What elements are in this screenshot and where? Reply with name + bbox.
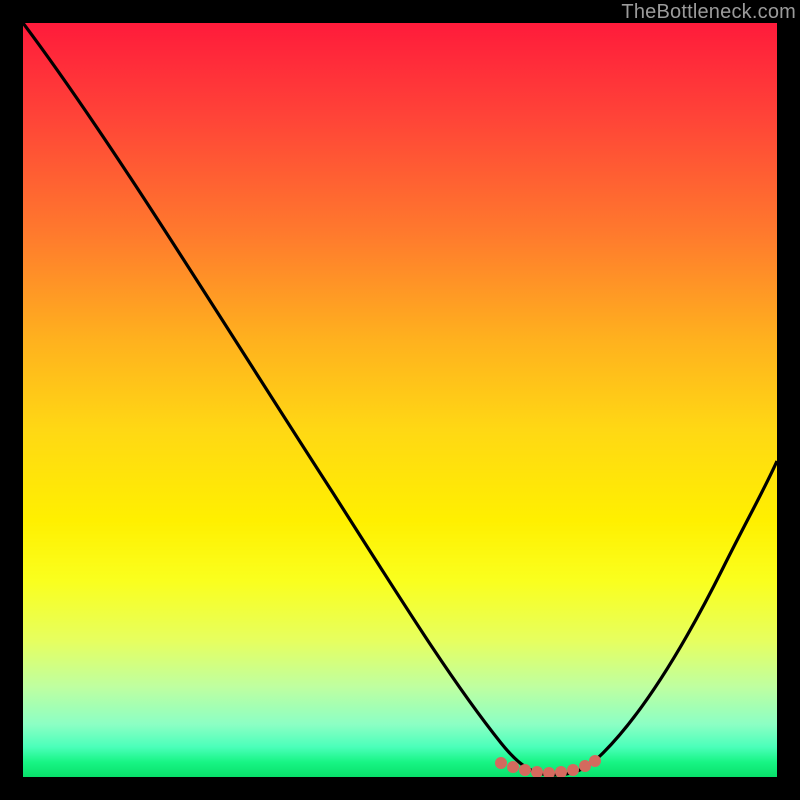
chart-container: TheBottleneck.com	[0, 0, 800, 800]
optimal-marker	[589, 755, 601, 767]
optimal-marker	[567, 764, 579, 776]
bottleneck-curve	[23, 23, 777, 775]
optimal-marker	[519, 764, 531, 776]
optimal-marker	[531, 766, 543, 777]
optimal-marker	[543, 767, 555, 777]
optimal-marker	[495, 757, 507, 769]
optimal-marker-group	[495, 755, 601, 777]
optimal-marker	[555, 766, 567, 777]
chart-svg	[23, 23, 777, 777]
watermark-text: TheBottleneck.com	[621, 1, 796, 24]
optimal-marker	[507, 761, 519, 773]
